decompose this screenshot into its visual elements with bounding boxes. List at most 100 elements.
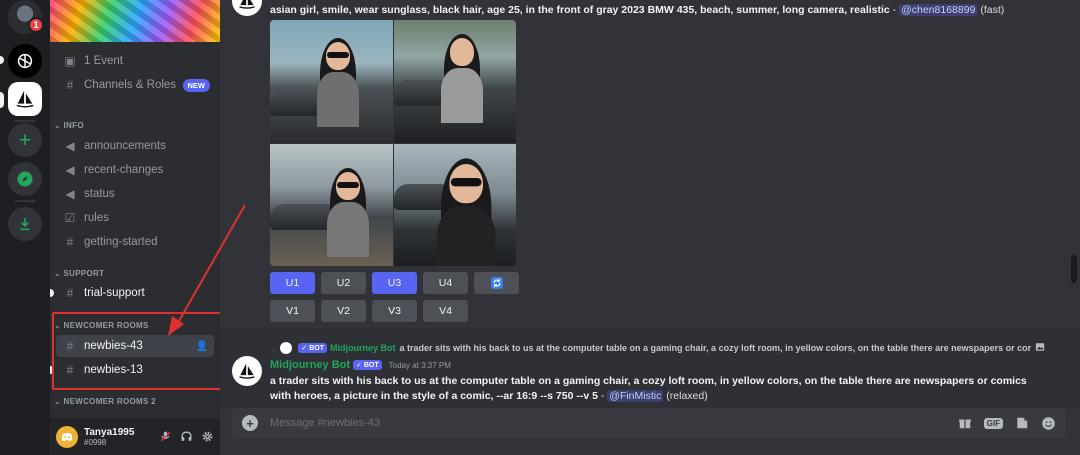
generated-image-4[interactable] [393,143,516,266]
unread-pill [0,56,4,64]
message-timestamp: Today at 3:37 PM [388,360,451,370]
notification-badge: 1 [28,17,44,33]
mute-microphone-icon[interactable] [159,430,172,443]
upload-plus-icon[interactable]: + [242,415,258,431]
v2-button[interactable]: V2 [321,300,366,322]
rail-divider [15,120,35,122]
reply-reference[interactable]: ┌ ✓ BOT Midjourney Bot a trader sits wit… [270,342,1045,354]
megaphone-icon: ◀ [65,187,75,201]
explore-compass-icon[interactable] [8,162,42,196]
generated-image-3[interactable] [270,143,393,266]
u2-button[interactable]: U2 [321,272,366,294]
megaphone-icon: ◀ [65,139,75,153]
sticker-icon[interactable] [1015,416,1029,430]
discord-app: 1 + ▣ 1 Event # Channels & Roles NEW ⌄ I… [0,0,1080,455]
channel-sidebar: ▣ 1 Event # Channels & Roles NEW ⌄ INFO … [50,0,220,455]
v1-button[interactable]: V1 [270,300,315,322]
user-mention[interactable]: @chen8168899 [899,4,978,16]
u3-button[interactable]: U3 [372,272,417,294]
sailboat-icon [16,90,34,108]
download-icon [20,218,30,231]
image-attachment-icon [1035,342,1045,354]
gif-button[interactable]: GIF [983,417,1003,429]
person-shape [434,157,498,266]
sidebar-item-label: 1 Event [84,55,123,67]
message-prompt-text: asian girl, smile, wear sunglass, black … [270,4,1005,16]
midjourney-bot-avatar-2[interactable] [232,356,262,386]
download-apps-icon[interactable] [8,207,42,241]
rail-divider-2 [15,200,35,202]
hashtag-icon: # [66,286,74,300]
reply-bot-name[interactable]: Midjourney Bot [330,343,396,353]
sailboat-icon [239,363,255,379]
author-name[interactable]: Midjourney Bot [270,359,350,371]
message-composer: + GIF [232,408,1066,438]
reply-avatar [280,342,293,354]
channel-recent-changes[interactable]: ◀ recent-changes [56,159,214,181]
channel-status[interactable]: ◀ status [56,183,214,205]
message-body: a trader sits with his back to us at the… [270,375,1027,402]
hashtag-icon: # [66,235,74,249]
gift-icon[interactable] [958,416,972,430]
discord-logo-icon [61,432,73,441]
user-info[interactable]: Tanya1995 #0998 [84,427,134,447]
compass-icon [17,171,33,187]
reroll-button[interactable] [474,272,519,294]
sidebar-item-label: Channels & Roles [84,79,177,91]
person-shape [439,34,485,123]
user-mention[interactable]: @FinMistic [607,390,664,402]
category-newcomer-rooms-2[interactable]: ⌄ NEWCOMER ROOMS 2 [54,397,156,406]
channel-announcements[interactable]: ◀ announcements [56,135,214,157]
reroll-icon [490,277,503,289]
image-grid[interactable] [270,20,516,266]
user-controls [159,430,214,443]
server-rail: 1 + [0,0,50,455]
new-badge: NEW [182,78,210,92]
bot-badge: ✓ BOT [353,360,382,370]
variation-button-row: V1 V2 V3 V4 [270,300,468,322]
message-header: Midjourney Bot ✓ BOT Today at 3:37 PM [270,359,451,371]
u1-button[interactable]: U1 [270,272,315,294]
sailboat-icon [239,0,255,9]
server-chatgpt-icon[interactable] [8,44,42,78]
calendar-icon: ▣ [64,54,76,68]
person-shape [325,167,371,257]
server-banner [50,0,220,42]
upscale-button-row: U1 U2 U3 U4 [270,272,519,294]
channel-trial-support[interactable]: # trial-support [56,282,214,304]
user-tag: #0998 [84,437,107,447]
sidebar-item-events[interactable]: ▣ 1 Event [56,50,214,72]
sidebar-item-channels-roles[interactable]: # Channels & Roles NEW [56,74,214,96]
username: Tanya1995 [84,426,135,438]
person-shape [315,38,361,127]
user-panel: Tanya1995 #0998 [50,418,220,455]
composer-icons: GIF [958,416,1056,431]
generated-image-2[interactable] [393,20,516,143]
checkbox-icon: ☑ [64,211,76,225]
hashtag-icon: # [66,78,74,92]
add-server-icon[interactable]: + [8,123,42,157]
megaphone-icon: ◀ [65,163,75,177]
emoji-icon[interactable] [1041,416,1056,431]
settings-gear-icon[interactable] [201,430,214,443]
server-midjourney-icon[interactable] [8,82,42,116]
category-info[interactable]: ⌄ INFO [54,121,84,130]
annotation-highlight-box [52,312,220,390]
channel-getting-started[interactable]: # getting-started [56,231,214,253]
v3-button[interactable]: V3 [372,300,417,322]
unread-indicator [50,289,54,297]
bot-badge: ✓ BOT [298,343,327,353]
openai-logo-icon [17,53,33,69]
reply-preview-text: a trader sits with his back to us at the… [399,343,1032,353]
user-avatar[interactable] [56,425,78,448]
message-input[interactable] [270,417,958,429]
selected-server-pill [0,92,4,108]
v4-button[interactable]: V4 [423,300,468,322]
channel-rules[interactable]: ☑ rules [56,207,214,229]
scrollbar-thumb[interactable] [1071,255,1077,283]
category-support[interactable]: ⌄ SUPPORT [54,269,104,278]
headphones-icon[interactable] [180,430,193,443]
midjourney-bot-avatar[interactable] [232,0,262,16]
u4-button[interactable]: U4 [423,272,468,294]
generated-image-1[interactable] [270,20,393,143]
